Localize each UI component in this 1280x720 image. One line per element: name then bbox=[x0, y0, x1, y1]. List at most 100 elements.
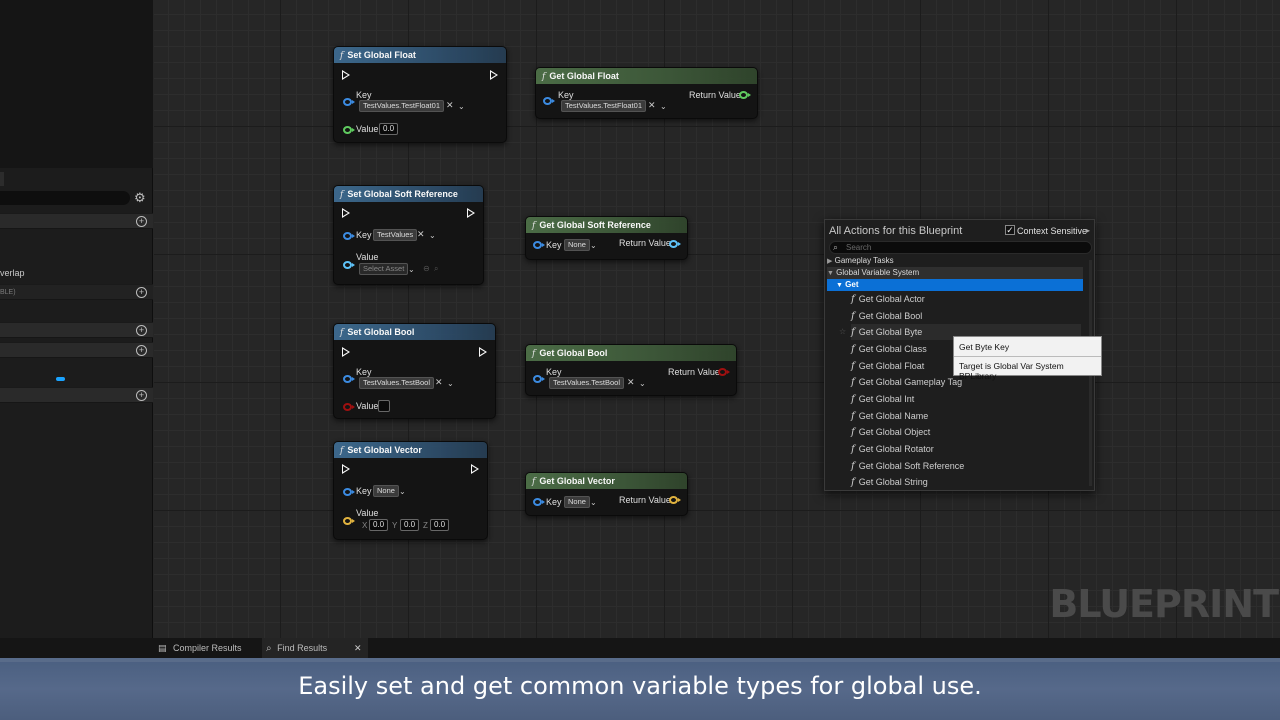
add-icon[interactable]: + bbox=[136, 345, 147, 356]
close-icon[interactable]: ✕ bbox=[354, 638, 362, 658]
node-get-global-bool[interactable]: f Get Global Bool Key TestValues.TestBool… bbox=[525, 344, 737, 396]
chevron-down-icon[interactable]: ⌄ bbox=[447, 379, 454, 388]
node-set-global-float[interactable]: f Set Global Float Key TestValues.TestFlo… bbox=[333, 46, 507, 143]
exec-in-pin[interactable] bbox=[342, 347, 350, 357]
key-pin[interactable] bbox=[343, 488, 355, 496]
node-get-global-vector[interactable]: f Get Global Vector Key None ⌄ Return Val… bbox=[525, 472, 688, 516]
add-icon[interactable]: + bbox=[136, 390, 147, 401]
menu-item-get-global-soft-reference[interactable]: f Get Global Soft Reference bbox=[851, 458, 964, 474]
chevron-down-icon[interactable]: ⌄ bbox=[660, 102, 667, 111]
browse-icon[interactable]: ⊖ bbox=[423, 264, 430, 273]
y-input[interactable]: 0.0 bbox=[400, 519, 420, 531]
menu-item-get-global-int[interactable]: f Get Global Int bbox=[851, 391, 914, 407]
key-pin[interactable] bbox=[533, 241, 545, 249]
menu-search[interactable]: ⌕ bbox=[829, 241, 1092, 254]
chevron-down-icon[interactable]: ⌄ bbox=[458, 102, 465, 111]
key-pin[interactable] bbox=[533, 375, 545, 383]
node-header[interactable]: f Get Global Float bbox=[536, 68, 757, 84]
exec-in-pin[interactable] bbox=[342, 464, 350, 474]
exec-out-pin[interactable] bbox=[479, 347, 487, 357]
exec-out-pin[interactable] bbox=[467, 208, 475, 218]
category-gameplay-tasks[interactable]: ▶ Gameplay Tasks bbox=[827, 255, 1083, 267]
section-row-1[interactable]: + bbox=[0, 213, 153, 229]
value-pin[interactable] bbox=[343, 517, 355, 525]
return-pin[interactable] bbox=[739, 91, 751, 99]
exec-out-pin[interactable] bbox=[471, 464, 479, 474]
node-header[interactable]: f Set Global Bool bbox=[334, 324, 495, 340]
exec-in-pin[interactable] bbox=[342, 70, 350, 80]
menu-search-input[interactable] bbox=[846, 242, 1086, 253]
value-pin[interactable] bbox=[343, 261, 355, 269]
menu-item-get-global-actor[interactable]: f Get Global Actor bbox=[851, 291, 925, 307]
key-combo[interactable]: TestValues.TestBool bbox=[359, 377, 434, 389]
clear-icon[interactable]: ✕ bbox=[417, 229, 425, 240]
asset-picker[interactable]: Select Asset bbox=[359, 263, 409, 275]
clear-icon[interactable]: ✕ bbox=[446, 100, 454, 111]
key-combo[interactable]: TestValues bbox=[373, 229, 418, 241]
chevron-down-icon[interactable]: ⌄ bbox=[639, 379, 646, 388]
key-combo[interactable]: None bbox=[564, 239, 590, 251]
node-header[interactable]: f Set Global Vector bbox=[334, 442, 487, 458]
node-header[interactable]: f Set Global Soft Reference bbox=[334, 186, 483, 202]
node-get-global-float[interactable]: f Get Global Float Key TestValues.TestFlo… bbox=[535, 67, 758, 119]
menu-item-get-global-bool[interactable]: f Get Global Bool bbox=[851, 308, 922, 324]
key-pin[interactable] bbox=[343, 98, 355, 106]
chevron-down-icon[interactable]: ⌄ bbox=[590, 241, 597, 250]
star-icon[interactable]: ☆ bbox=[839, 327, 846, 336]
section-row-4[interactable]: + bbox=[0, 387, 153, 403]
category-global-variable-system[interactable]: ▼ Global Variable System bbox=[827, 267, 1083, 279]
node-header[interactable]: f Get Global Bool bbox=[526, 345, 736, 361]
z-input[interactable]: 0.0 bbox=[430, 519, 450, 531]
details-search-input[interactable] bbox=[0, 191, 130, 205]
context-sensitive-label[interactable]: Context Sensitive bbox=[1017, 226, 1087, 236]
menu-item-get-global-class[interactable]: f Get Global Class bbox=[851, 341, 927, 357]
key-combo[interactable]: TestValues.TestBool bbox=[549, 377, 624, 389]
blueprint-graph[interactable]: BLUEPRINT f Set Global Float Key TestValu… bbox=[154, 0, 1280, 638]
tab-compiler-results[interactable]: ▤ Compiler Results bbox=[158, 638, 258, 658]
category-get[interactable]: ▼ Get bbox=[827, 279, 1083, 291]
node-set-global-bool[interactable]: f Set Global Bool Key TestValues.TestBool… bbox=[333, 323, 496, 419]
menu-item-get-global-name[interactable]: f Get Global Name bbox=[851, 408, 928, 424]
value-pin[interactable] bbox=[343, 403, 355, 411]
gear-icon[interactable]: ⚙ bbox=[134, 191, 148, 205]
node-get-global-soft-reference[interactable]: f Get Global Soft Reference Key None ⌄ Re… bbox=[525, 216, 688, 260]
node-set-global-soft-reference[interactable]: f Set Global Soft Reference Key TestValue… bbox=[333, 185, 484, 285]
chevron-down-icon[interactable]: ⌄ bbox=[429, 231, 436, 240]
node-header[interactable]: f Set Global Float bbox=[334, 47, 506, 63]
value-input[interactable]: 0.0 bbox=[379, 123, 399, 135]
menu-item-get-global-string[interactable]: f Get Global String bbox=[851, 474, 928, 490]
value-checkbox[interactable] bbox=[378, 400, 390, 412]
section-row-variables[interactable]: BLE) + bbox=[0, 284, 153, 300]
panel-tab-stub[interactable] bbox=[0, 172, 4, 186]
clear-icon[interactable]: ✕ bbox=[435, 377, 443, 388]
menu-item-get-global-rotator[interactable]: f Get Global Rotator bbox=[851, 441, 934, 457]
node-set-global-vector[interactable]: f Set Global Vector Key None ⌄ Value X 0.… bbox=[333, 441, 488, 540]
variable-type-pill[interactable] bbox=[56, 377, 65, 381]
clear-icon[interactable]: ✕ bbox=[648, 100, 656, 111]
add-icon[interactable]: + bbox=[136, 287, 147, 298]
add-icon[interactable]: + bbox=[136, 216, 147, 227]
key-combo[interactable]: None bbox=[373, 485, 399, 497]
return-pin[interactable] bbox=[669, 496, 681, 504]
chevron-down-icon[interactable]: ⌄ bbox=[590, 498, 597, 507]
x-input[interactable]: 0.0 bbox=[369, 519, 389, 531]
node-header[interactable]: f Get Global Vector bbox=[526, 473, 687, 489]
value-pin[interactable] bbox=[343, 126, 355, 134]
chevron-down-icon[interactable]: ⌄ bbox=[399, 487, 406, 496]
search-icon[interactable]: ⌕ bbox=[434, 264, 438, 274]
return-pin[interactable] bbox=[718, 368, 730, 376]
chevron-down-icon[interactable]: ⌄ bbox=[408, 265, 415, 274]
exec-out-pin[interactable] bbox=[490, 70, 498, 80]
key-pin[interactable] bbox=[543, 97, 555, 105]
context-sensitive-checkbox[interactable]: ✓ bbox=[1005, 225, 1015, 235]
key-pin[interactable] bbox=[343, 232, 355, 240]
tab-find-results[interactable]: ⌕ Find Results ✕ bbox=[262, 638, 368, 658]
exec-in-pin[interactable] bbox=[342, 208, 350, 218]
menu-item-get-global-object[interactable]: f Get Global Object bbox=[851, 424, 930, 440]
key-combo[interactable]: None bbox=[564, 496, 590, 508]
section-row-3[interactable]: + bbox=[0, 342, 153, 358]
return-pin[interactable] bbox=[669, 240, 681, 248]
key-combo[interactable]: TestValues.TestFloat01 bbox=[359, 100, 444, 112]
clear-icon[interactable]: ✕ bbox=[627, 377, 635, 388]
key-combo[interactable]: TestValues.TestFloat01 bbox=[561, 100, 646, 112]
